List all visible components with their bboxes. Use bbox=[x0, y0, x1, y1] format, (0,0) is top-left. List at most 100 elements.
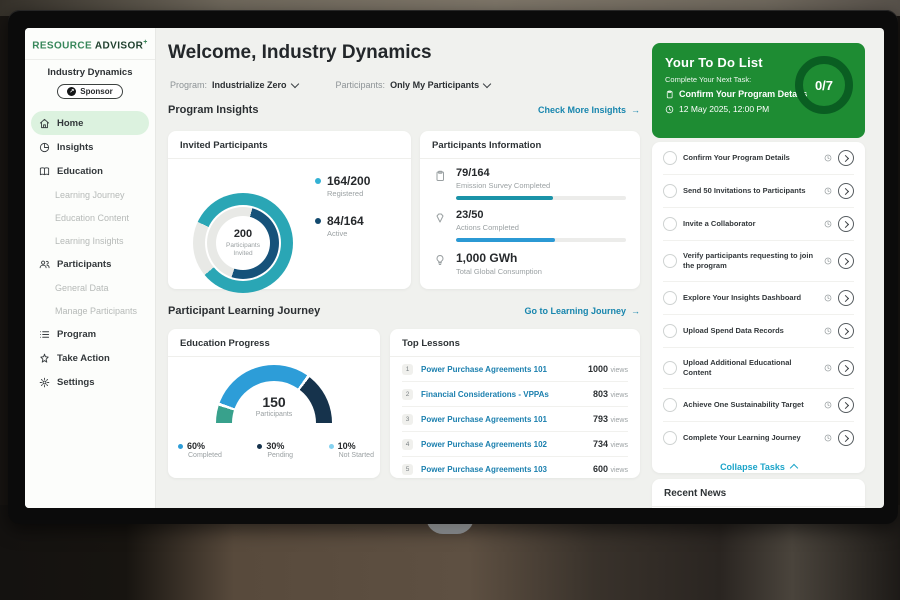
donut-center: 200 Participants Invited bbox=[193, 193, 293, 293]
task-checkbox[interactable] bbox=[663, 217, 677, 231]
sidebar-item-label: Take Action bbox=[57, 353, 110, 364]
section-title: Program Insights bbox=[168, 104, 258, 116]
task-chevron-button[interactable] bbox=[838, 430, 854, 446]
todo-progress-ring: 0/7 bbox=[795, 56, 853, 114]
todo-counter: 0/7 bbox=[815, 78, 833, 93]
task-checkbox[interactable] bbox=[663, 184, 677, 198]
invited-donut-chart: 200 Participants Invited bbox=[193, 193, 293, 293]
task-row[interactable]: Verify participants requesting to join t… bbox=[663, 241, 854, 282]
sidebar-item-education-content[interactable]: Education Content bbox=[31, 206, 149, 229]
legend-dot bbox=[329, 444, 334, 449]
sidebar-item-manage-participants[interactable]: Manage Participants bbox=[31, 299, 149, 322]
stats-list: 79/164 Emission Survey Completed 23/50 A… bbox=[420, 159, 640, 276]
task-checkbox[interactable] bbox=[663, 151, 677, 165]
clock-icon bbox=[824, 257, 832, 265]
card-title: Education Progress bbox=[168, 329, 380, 357]
sidebar-item-label: Education Content bbox=[55, 213, 129, 223]
task-row[interactable]: Upload Additional Educational Content bbox=[663, 348, 854, 389]
program-icon bbox=[39, 329, 50, 340]
chevron-down-icon bbox=[290, 80, 298, 88]
clock-icon bbox=[824, 154, 832, 162]
program-dropdown[interactable]: Program: Industrialize Zero bbox=[170, 80, 298, 90]
sponsor-badge[interactable]: ↗ Sponsor bbox=[57, 84, 122, 99]
sidebar-nav: Home Insights Education Learning Journey… bbox=[25, 107, 155, 398]
lesson-link[interactable]: Power Purchase Agreements 101 bbox=[421, 415, 593, 424]
lesson-link[interactable]: Power Purchase Agreements 103 bbox=[421, 465, 593, 474]
go-to-learning-journey-link[interactable]: Go to Learning Journey → bbox=[524, 306, 640, 316]
sidebar-item-label: Manage Participants bbox=[55, 306, 137, 316]
stat-emission-survey: 79/164 Emission Survey Completed bbox=[434, 167, 626, 200]
sidebar-item-insights[interactable]: Insights bbox=[31, 135, 149, 159]
task-row[interactable]: Upload Spend Data Records bbox=[663, 315, 854, 348]
recent-news-card: Recent News bbox=[652, 479, 865, 508]
task-row[interactable]: Complete Your Learning Journey bbox=[663, 422, 854, 454]
legend-registered: 164/200 Registered bbox=[315, 175, 370, 198]
lesson-row: 5 Power Purchase Agreements 103 600 view… bbox=[402, 457, 628, 481]
legend-dot bbox=[257, 444, 262, 449]
participants-icon bbox=[39, 259, 50, 270]
logo-plus: + bbox=[143, 39, 148, 46]
lesson-rank: 5 bbox=[402, 464, 413, 475]
check-more-insights-link[interactable]: Check More Insights → bbox=[538, 105, 640, 115]
sidebar-item-learning-journey[interactable]: Learning Journey bbox=[31, 183, 149, 206]
task-chevron-button[interactable] bbox=[838, 183, 854, 199]
task-checkbox[interactable] bbox=[663, 324, 677, 338]
sidebar-item-participants[interactable]: Participants bbox=[31, 252, 149, 276]
sidebar-item-label: Insights bbox=[57, 142, 93, 153]
collapse-tasks-link[interactable]: Collapse Tasks bbox=[663, 454, 854, 479]
progress-fill bbox=[456, 196, 553, 200]
task-chevron-button[interactable] bbox=[838, 150, 854, 166]
participants-filter-value: Only My Participants bbox=[390, 80, 479, 90]
task-row[interactable]: Send 50 Invitations to Participants bbox=[663, 175, 854, 208]
stat-total-consumption: 1,000 GWh Total Global Consumption bbox=[434, 251, 626, 275]
participants-dropdown[interactable]: Participants: Only My Participants bbox=[336, 80, 491, 90]
education-legend: 60% Completed 30% Pending 10% Not Starte… bbox=[178, 441, 374, 459]
logo-primary: RESOURCE bbox=[32, 40, 92, 51]
sidebar-item-take-action[interactable]: Take Action bbox=[31, 346, 149, 370]
task-checkbox[interactable] bbox=[663, 398, 677, 412]
sidebar-item-label: Learning Insights bbox=[55, 236, 124, 246]
sidebar-item-learning-insights[interactable]: Learning Insights bbox=[31, 229, 149, 252]
task-checkbox[interactable] bbox=[663, 291, 677, 305]
sidebar-item-settings[interactable]: Settings bbox=[31, 370, 149, 394]
task-chevron-button[interactable] bbox=[838, 216, 854, 232]
chevron-up-icon bbox=[790, 464, 798, 472]
sidebar-item-program[interactable]: Program bbox=[31, 322, 149, 346]
task-chevron-button[interactable] bbox=[838, 290, 854, 306]
task-row[interactable]: Achieve One Sustainability Target bbox=[663, 389, 854, 422]
program-insights-header: Program Insights Check More Insights → bbox=[168, 104, 640, 116]
lesson-link[interactable]: Financial Considerations - VPPAs bbox=[421, 390, 593, 399]
sidebar: RESOURCE ADVISOR+ Industry Dynamics ↗ Sp… bbox=[25, 28, 156, 508]
sidebar-item-general-data[interactable]: General Data bbox=[31, 276, 149, 299]
lesson-rank: 3 bbox=[402, 414, 413, 425]
sidebar-item-education[interactable]: Education bbox=[31, 159, 149, 183]
lesson-rank: 2 bbox=[402, 389, 413, 400]
card-title: Recent News bbox=[652, 479, 865, 507]
task-checkbox[interactable] bbox=[663, 254, 677, 268]
task-chevron-button[interactable] bbox=[838, 360, 854, 376]
lesson-link[interactable]: Power Purchase Agreements 101 bbox=[421, 365, 588, 374]
participants-information-card: Participants Information 79/164 Emission… bbox=[420, 131, 640, 289]
stat-actions-completed: 23/50 Actions Completed bbox=[434, 209, 626, 242]
progress-track bbox=[456, 238, 626, 242]
task-chevron-button[interactable] bbox=[838, 253, 854, 269]
legend-completed: 60% Completed bbox=[178, 441, 222, 459]
task-row[interactable]: Explore Your Insights Dashboard bbox=[663, 282, 854, 315]
top-lessons-card: Top Lessons 1 Power Purchase Agreements … bbox=[390, 329, 640, 478]
lesson-rank: 1 bbox=[402, 364, 413, 375]
card-title: Invited Participants bbox=[168, 131, 411, 159]
sidebar-item-label: Learning Journey bbox=[55, 190, 125, 200]
progress-track bbox=[456, 196, 626, 200]
filters-row: Program: Industrialize Zero Participants… bbox=[170, 80, 490, 90]
task-checkbox[interactable] bbox=[663, 431, 677, 445]
task-chevron-button[interactable] bbox=[838, 397, 854, 413]
sidebar-item-home[interactable]: Home bbox=[31, 111, 149, 135]
task-chevron-button[interactable] bbox=[838, 323, 854, 339]
task-row[interactable]: Invite a Collaborator bbox=[663, 208, 854, 241]
task-row[interactable]: Confirm Your Program Details bbox=[663, 142, 854, 175]
lesson-link[interactable]: Power Purchase Agreements 102 bbox=[421, 440, 593, 449]
lesson-row: 4 Power Purchase Agreements 102 734 view… bbox=[402, 432, 628, 457]
org-name: Industry Dynamics bbox=[25, 67, 155, 78]
bulb-icon bbox=[434, 251, 447, 275]
task-checkbox[interactable] bbox=[663, 361, 677, 375]
